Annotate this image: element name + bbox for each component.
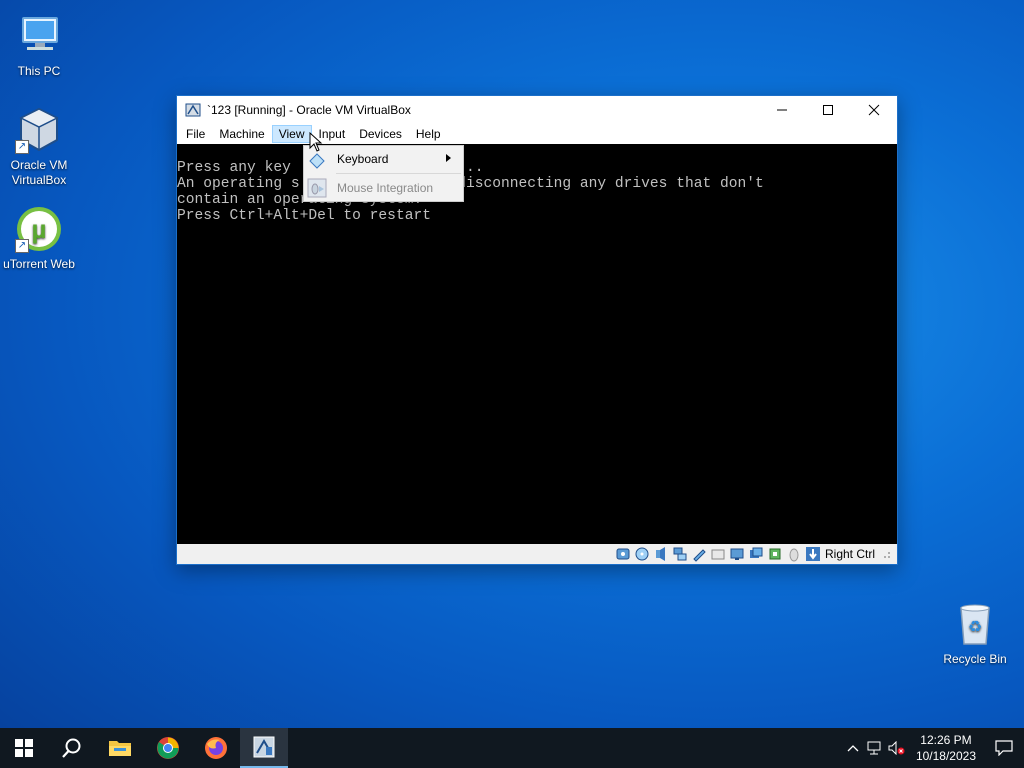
volume-tray-button[interactable]	[886, 728, 908, 768]
close-icon	[868, 104, 880, 116]
menu-view[interactable]: View	[271, 125, 312, 143]
status-bar: Right Ctrl	[177, 544, 897, 564]
minimize-icon	[777, 109, 787, 111]
svg-text:µ: µ	[32, 214, 47, 244]
menu-separator	[336, 173, 461, 174]
title-bar[interactable]: `123 [Running] - Oracle VM VirtualBox	[177, 96, 897, 124]
utorrent-icon: µ ↗	[15, 205, 63, 253]
start-button[interactable]	[0, 728, 48, 768]
optical-drive-icon[interactable]	[634, 546, 650, 562]
window-title: `123 [Running] - Oracle VM VirtualBox	[207, 103, 411, 117]
computer-icon	[15, 12, 63, 60]
taskbar-virtualbox[interactable]	[240, 728, 288, 768]
maximize-icon	[823, 105, 833, 115]
clock-time: 12:26 PM	[920, 733, 972, 747]
audio-icon[interactable]	[653, 546, 669, 562]
console-line: contain an operating system.	[177, 192, 423, 208]
close-button[interactable]	[851, 96, 897, 124]
menu-bar: File Machine View Input Devices Help	[177, 124, 897, 144]
chrome-icon	[157, 737, 179, 759]
virtualbox-icon	[253, 736, 275, 758]
desktop-icon-label: This PC	[17, 64, 61, 78]
virtualbox-icon: ↗	[15, 106, 63, 154]
desktop-icon-label: Recycle Bin	[943, 652, 1007, 666]
clock-date: 10/18/2023	[915, 749, 976, 763]
host-key-label: Right Ctrl	[824, 547, 875, 561]
chevron-up-icon	[847, 745, 859, 752]
clock[interactable]: 12:26 PM 10/18/2023	[908, 732, 984, 764]
menu-file[interactable]: File	[179, 125, 212, 143]
desktop-icon-label-line2: VirtualBox	[11, 173, 67, 187]
menu-machine[interactable]: Machine	[212, 125, 271, 143]
console-line: Press any key DVD.....	[177, 160, 484, 176]
windows-logo-icon	[15, 739, 33, 757]
taskbar-chrome[interactable]	[144, 728, 192, 768]
hard-disk-icon[interactable]	[615, 546, 631, 562]
svg-text:♻: ♻	[968, 617, 982, 636]
cpu-icon[interactable]	[767, 546, 783, 562]
resize-grip-icon[interactable]	[881, 549, 891, 559]
recycle-bin-icon: ♻	[951, 600, 999, 648]
virtualbox-app-icon	[185, 102, 201, 118]
desktop-icon-label-line1: Oracle VM	[10, 158, 68, 172]
usb-icon[interactable]	[691, 546, 707, 562]
maximize-button[interactable]	[805, 96, 851, 124]
firefox-icon	[205, 737, 227, 759]
taskbar-firefox[interactable]	[192, 728, 240, 768]
console-line: Press Ctrl+Alt+Del to restart	[177, 208, 431, 224]
desktop-icon-utorrent[interactable]: µ ↗ uTorrent Web	[1, 205, 77, 272]
keyboard-capture-icon[interactable]	[805, 546, 821, 562]
minimize-button[interactable]	[759, 96, 805, 124]
menu-devices[interactable]: Devices	[352, 125, 409, 143]
mouse-integration-icon	[307, 178, 327, 198]
desktop-icon-this-pc[interactable]: This PC	[1, 12, 77, 79]
menu-item-label: Mouse Integration	[337, 181, 434, 195]
virtualbox-window: `123 [Running] - Oracle VM VirtualBox Fi…	[176, 95, 898, 565]
shortcut-arrow-icon: ↗	[15, 140, 29, 154]
vm-console-screen[interactable]: Press any key DVD..... An operating s . …	[177, 144, 897, 544]
volume-muted-icon	[888, 741, 905, 755]
taskbar: 12:26 PM 10/18/2023	[0, 728, 1024, 768]
taskbar-file-explorer[interactable]	[96, 728, 144, 768]
action-center-button[interactable]	[984, 728, 1024, 768]
system-tray: 12:26 PM 10/18/2023	[842, 728, 1024, 768]
notification-icon	[995, 740, 1013, 756]
show-hidden-icons-button[interactable]	[842, 728, 864, 768]
view-menu-dropdown: Keyboard Mouse Integration	[303, 145, 464, 202]
network-icon[interactable]	[672, 546, 688, 562]
menu-item-mouse-integration[interactable]: Mouse Integration	[304, 175, 463, 201]
desktop-icon-virtualbox[interactable]: ↗ Oracle VM VirtualBox	[1, 106, 77, 188]
keyboard-icon	[309, 153, 325, 169]
desktop-icon-label: uTorrent Web	[3, 257, 75, 271]
mouse-cursor-icon	[309, 132, 323, 152]
display-icon[interactable]	[729, 546, 745, 562]
mouse-integration-icon[interactable]	[786, 546, 802, 562]
folder-icon	[109, 741, 131, 756]
search-icon	[62, 738, 81, 758]
desktop-icon-recycle-bin[interactable]: ♻ Recycle Bin	[937, 600, 1013, 667]
video-capture-icon[interactable]	[748, 546, 764, 562]
console-line: An operating s . Try disconnecting any d…	[177, 176, 764, 192]
menu-help[interactable]: Help	[409, 125, 448, 143]
shortcut-arrow-icon: ↗	[15, 239, 29, 253]
menu-item-keyboard[interactable]: Keyboard	[304, 146, 463, 172]
submenu-arrow-icon	[446, 154, 451, 162]
search-button[interactable]	[48, 728, 96, 768]
network-icon	[867, 741, 881, 755]
shared-folders-icon[interactable]	[710, 546, 726, 562]
menu-item-label: Keyboard	[337, 152, 389, 166]
network-tray-button[interactable]	[864, 728, 886, 768]
